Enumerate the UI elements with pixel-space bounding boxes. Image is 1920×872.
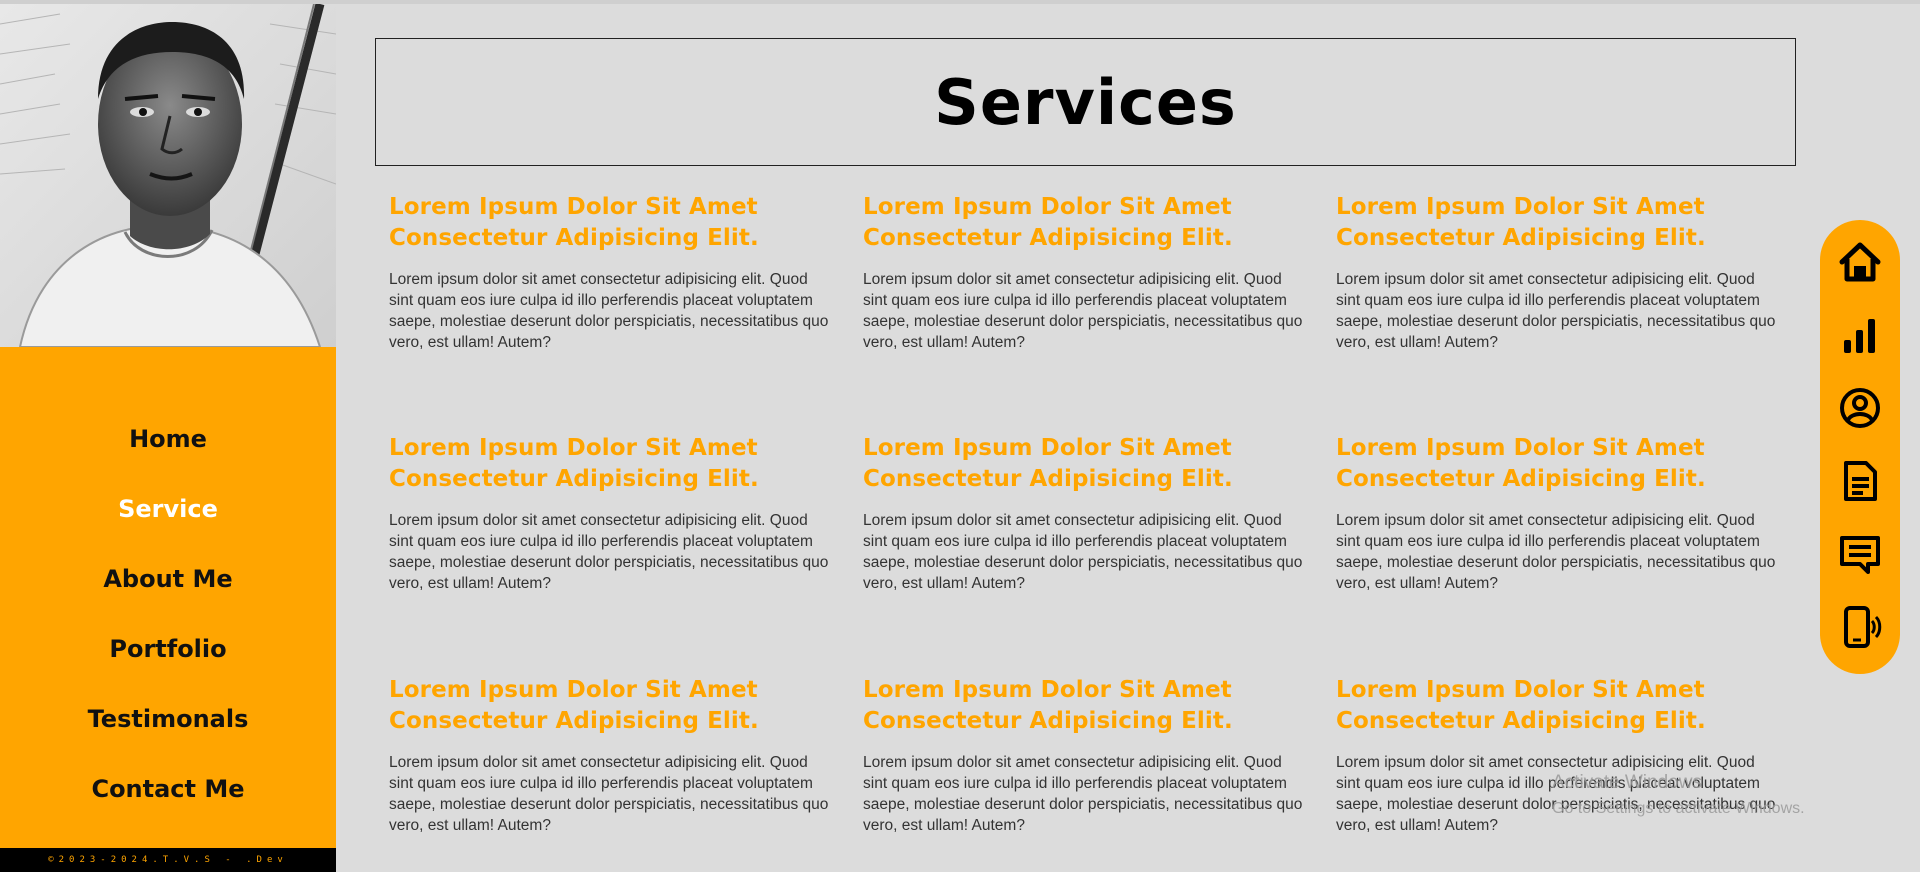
service-card: Lorem Ipsum Dolor Sit Amet Consectetur A… <box>863 433 1308 594</box>
service-description: Lorem ipsum dolor sit amet consectetur a… <box>863 754 1303 834</box>
service-heading: Lorem Ipsum Dolor Sit Amet Consectetur A… <box>389 435 759 492</box>
service-card: Lorem Ipsum Dolor Sit Amet Consectetur A… <box>1336 192 1781 353</box>
service-heading: Lorem Ipsum Dolor Sit Amet Consectetur A… <box>389 194 759 251</box>
home-icon[interactable] <box>1838 240 1882 284</box>
service-description: Lorem ipsum dolor sit amet consectetur a… <box>389 754 829 834</box>
service-description: Lorem ipsum dolor sit amet consectetur a… <box>1336 512 1776 592</box>
floating-nav <box>1820 220 1900 674</box>
sidebar-nav: Home Service About Me Portfolio Testimon… <box>0 404 336 824</box>
service-description: Lorem ipsum dolor sit amet consectetur a… <box>389 271 829 351</box>
service-heading: Lorem Ipsum Dolor Sit Amet Consectetur A… <box>1336 435 1706 492</box>
chart-icon[interactable] <box>1838 313 1882 357</box>
copyright-footer: ©2023-2024.T.V.S - .Dev <box>0 848 336 872</box>
portrait-image <box>0 4 336 347</box>
phone-icon[interactable] <box>1838 605 1882 649</box>
nav-item-contact-me[interactable]: Contact Me <box>0 754 336 824</box>
service-heading: Lorem Ipsum Dolor Sit Amet Consectetur A… <box>1336 194 1706 251</box>
watermark-subtitle: Go to Settings to activate Windows. <box>1552 800 1805 817</box>
nav-item-about-me[interactable]: About Me <box>0 544 336 614</box>
service-card: Lorem Ipsum Dolor Sit Amet Consectetur A… <box>1336 433 1781 594</box>
service-card: Lorem Ipsum Dolor Sit Amet Consectetur A… <box>389 192 834 353</box>
document-icon[interactable] <box>1838 459 1882 503</box>
service-heading: Lorem Ipsum Dolor Sit Amet Consectetur A… <box>863 194 1233 251</box>
page-title-box: Services <box>375 38 1796 166</box>
nav-item-service[interactable]: Service <box>0 474 336 544</box>
service-description: Lorem ipsum dolor sit amet consectetur a… <box>1336 271 1776 351</box>
page-title: Services <box>934 65 1237 139</box>
service-heading: Lorem Ipsum Dolor Sit Amet Consectetur A… <box>863 677 1233 734</box>
nav-item-portfolio[interactable]: Portfolio <box>0 614 336 684</box>
service-description: Lorem ipsum dolor sit amet consectetur a… <box>863 512 1303 592</box>
watermark-title: Activate Windows <box>1552 772 1702 793</box>
service-heading: Lorem Ipsum Dolor Sit Amet Consectetur A… <box>1336 677 1706 734</box>
service-description: Lorem ipsum dolor sit amet consectetur a… <box>863 271 1303 351</box>
message-icon[interactable] <box>1838 532 1882 576</box>
service-card: Lorem Ipsum Dolor Sit Amet Consectetur A… <box>863 192 1308 353</box>
service-description: Lorem ipsum dolor sit amet consectetur a… <box>389 512 829 592</box>
service-card: Lorem Ipsum Dolor Sit Amet Consectetur A… <box>863 675 1308 836</box>
sidebar: Home Service About Me Portfolio Testimon… <box>0 4 336 872</box>
service-heading: Lorem Ipsum Dolor Sit Amet Consectetur A… <box>389 677 759 734</box>
user-circle-icon[interactable] <box>1838 386 1882 430</box>
service-heading: Lorem Ipsum Dolor Sit Amet Consectetur A… <box>863 435 1233 492</box>
windows-activation-watermark: Activate Windows Go to Settings to activ… <box>1552 770 1805 822</box>
profile-portrait <box>0 4 336 347</box>
service-card: Lorem Ipsum Dolor Sit Amet Consectetur A… <box>389 675 834 836</box>
nav-item-testimonals[interactable]: Testimonals <box>0 684 336 754</box>
nav-item-home[interactable]: Home <box>0 404 336 474</box>
service-card: Lorem Ipsum Dolor Sit Amet Consectetur A… <box>389 433 834 594</box>
